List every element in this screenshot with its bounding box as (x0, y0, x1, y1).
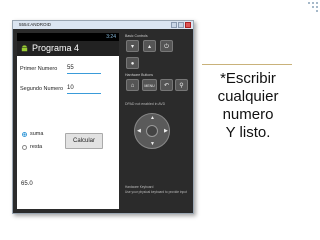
caption-line-1: *Escribir (220, 70, 276, 87)
emulator-titlebar: 5554:ANDROID (13, 21, 193, 29)
radio-checked-icon (22, 131, 27, 137)
volume-up-icon[interactable]: ▴ (143, 40, 156, 52)
basic-controls-label: Basic Controls (125, 34, 148, 38)
emulator-title: 5554:ANDROID (19, 22, 52, 27)
dpad-center-button[interactable] (146, 125, 158, 137)
app-title: Programa 4 (32, 43, 80, 53)
first-number-input[interactable]: 55 (67, 64, 101, 74)
field-label-1: Primer Numero (20, 66, 58, 72)
home-icon[interactable]: ⌂ (126, 79, 139, 91)
caption-line-4: Y listo. (225, 124, 271, 141)
hardware-keyboard-note: Hardware Keyboard Use your physical keyb… (125, 185, 187, 194)
field-label-2: Segundo Numero (20, 86, 64, 92)
radio-resta[interactable]: resta (22, 144, 42, 150)
status-bar: 3:24 (17, 33, 119, 41)
caption-line-2: cualquier (217, 88, 279, 105)
android-icon (21, 45, 28, 52)
radio-label-resta: resta (30, 144, 43, 150)
status-time: 3:24 (106, 34, 116, 40)
radio-label-suma: suma (30, 131, 44, 137)
dpad-down-icon[interactable]: ▼ (150, 142, 155, 147)
second-number-input[interactable]: 10 (67, 84, 101, 94)
phone-screen: 3:24 Programa 4 Primer Numero 55 Segundo… (17, 33, 119, 209)
caption-text: *Escribir cualquier numero Y listo. (204, 70, 292, 142)
power-icon[interactable]: ⏻ (160, 40, 173, 52)
dpad-left-icon[interactable]: ◀ (137, 129, 141, 134)
result-text: 65.0 (21, 181, 33, 187)
window-controls (171, 22, 191, 28)
hardware-buttons-label: Hardware Buttons (125, 73, 154, 77)
maximize-button[interactable] (178, 22, 184, 28)
volume-down-icon[interactable]: ▾ (126, 40, 139, 52)
camera-icon[interactable]: ● (126, 57, 139, 69)
caption-divider (202, 64, 292, 65)
action-bar: Programa 4 (17, 41, 119, 56)
search-icon[interactable]: ⚲ (175, 79, 188, 91)
emulator-window: 5554:ANDROID 3:24 Programa 4 Primer Nume… (12, 20, 194, 214)
emulator-body: 3:24 Programa 4 Primer Numero 55 Segundo… (13, 29, 193, 213)
close-button[interactable] (185, 22, 191, 28)
emulator-controls-panel: Basic Controls ▾ ▴ ⏻ ● Hardware Buttons … (123, 33, 189, 209)
hardware-keyboard-text: Use your physical keyboard to provide in… (125, 189, 187, 194)
back-icon[interactable]: ↶ (160, 79, 173, 91)
dpad-right-icon[interactable]: ▶ (164, 129, 168, 134)
dpad[interactable]: ▲ ▼ ◀ ▶ (134, 113, 170, 149)
caption-line-3: numero (222, 106, 274, 123)
calculate-button[interactable]: Calcular (65, 133, 103, 149)
radio-suma[interactable]: suma (22, 131, 43, 137)
radio-unchecked-icon (22, 144, 27, 150)
minimize-button[interactable] (171, 22, 177, 28)
dpad-up-icon[interactable]: ▲ (150, 116, 155, 121)
corner-decoration (304, 2, 318, 16)
menu-button[interactable]: MENU (142, 79, 157, 91)
dpad-note: DPAD not enabled in AVD (125, 102, 166, 106)
